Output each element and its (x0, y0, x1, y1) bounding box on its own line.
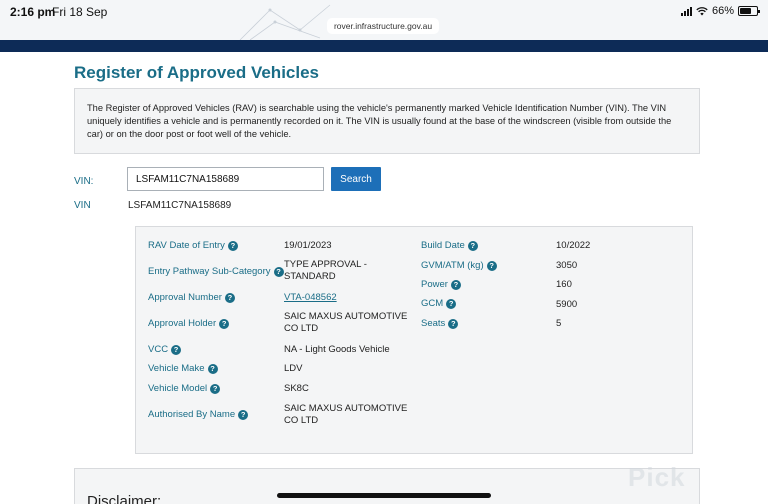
gvm-atm-label: GVM/ATM (kg)? (421, 260, 497, 272)
vin-input-label: VIN: (74, 176, 94, 187)
rav-date-label: RAV Date of Entry? (148, 240, 238, 252)
disclaimer-panel: Disclaimer: (74, 468, 700, 504)
label-text: GCM (421, 298, 444, 309)
approval-number-label: Approval Number? (148, 292, 235, 304)
build-date-label: Build Date? (421, 240, 478, 252)
help-circle-icon[interactable]: ? (450, 280, 461, 290)
approval-holder-value: SAIC MAXUS AUTOMOTIVE CO LTD (284, 311, 408, 334)
label-text: Approval Number (148, 292, 222, 303)
gvm-atm-value: 3050 (556, 260, 578, 271)
system-status: 66% (680, 4, 760, 18)
vehicle-model-value: SK8C (284, 383, 309, 394)
help-circle-icon[interactable]: ? (238, 410, 249, 420)
help-circle-icon[interactable]: ? (486, 261, 497, 271)
help-circle-icon[interactable]: ? (448, 319, 459, 329)
label-text: Approval Holder (148, 318, 217, 329)
power-label: Power? (421, 279, 461, 291)
help-circle-icon[interactable]: ? (210, 384, 221, 394)
battery-icon (738, 6, 760, 16)
result-vin-value: LSFAM11C7NA158689 (128, 200, 232, 211)
label-text: Entry Pathway Sub-Category (148, 266, 271, 277)
browser-top-bar: 2:16 pm Fri 18 Sep rover.infrastructure.… (0, 0, 768, 40)
help-circle-icon[interactable]: ? (227, 241, 238, 251)
label-text: Seats (421, 318, 446, 329)
search-button[interactable]: Search (331, 167, 381, 191)
approval-number-link[interactable]: VTA-048562 (284, 292, 337, 304)
authorised-by-value: SAIC MAXUS AUTOMOTIVE CO LTD (284, 403, 408, 426)
vcc-value: NA - Light Goods Vehicle (284, 344, 390, 355)
battery-level (740, 8, 751, 14)
home-indicator[interactable] (277, 493, 491, 498)
site-nav-bar (0, 40, 768, 52)
vehicle-model-label: Vehicle Model? (148, 383, 221, 395)
url-bar[interactable]: rover.infrastructure.gov.au (327, 18, 439, 34)
vehicle-details-panel: RAV Date of Entry? 19/01/2023 Entry Path… (135, 226, 693, 454)
status-date: Fri 18 Sep (52, 5, 108, 19)
help-circle-icon[interactable]: ? (219, 319, 230, 329)
entry-pathway-label: Entry Pathway Sub-Category? (148, 266, 284, 278)
authorised-by-label: Authorised By Name? (148, 409, 249, 421)
label-text: Build Date (421, 240, 465, 251)
approval-holder-label: Approval Holder? (148, 318, 230, 330)
rav-date-value: 19/01/2023 (284, 240, 332, 251)
help-circle-icon[interactable]: ? (207, 364, 218, 374)
info-text: The Register of Approved Vehicles (RAV) … (87, 103, 672, 139)
label-text: Vehicle Make (148, 363, 205, 374)
label-text: Authorised By Name (148, 409, 236, 420)
watermark: Pick (628, 462, 686, 492)
vin-input[interactable] (127, 167, 324, 191)
gcm-label: GCM? (421, 298, 457, 310)
info-panel: The Register of Approved Vehicles (RAV) … (74, 88, 700, 154)
vcc-label: VCC? (148, 344, 182, 356)
status-time: 2:16 pm (10, 5, 56, 19)
result-vin-label: VIN (74, 200, 91, 211)
help-circle-icon[interactable]: ? (171, 345, 182, 355)
help-circle-icon[interactable]: ? (467, 241, 478, 251)
label-text: GVM/ATM (kg) (421, 260, 484, 271)
help-circle-icon[interactable]: ? (224, 293, 235, 303)
disclaimer-heading: Disclaimer: (87, 493, 162, 504)
entry-pathway-value: TYPE APPROVAL - STANDARD (284, 259, 367, 282)
seats-value: 5 (556, 318, 562, 329)
vehicle-make-label: Vehicle Make? (148, 363, 218, 375)
label-text: RAV Date of Entry (148, 240, 225, 251)
wifi-icon (696, 7, 708, 16)
label-text: Power (421, 279, 448, 290)
page-title: Register of Approved Vehicles (74, 63, 319, 82)
build-date-value: 10/2022 (556, 240, 591, 251)
battery-percent: 66% (711, 5, 734, 17)
label-text: Vehicle Model (148, 383, 208, 394)
label-text: VCC (148, 344, 169, 355)
help-circle-icon[interactable]: ? (446, 299, 457, 309)
signal-icon (680, 6, 692, 16)
gcm-value: 5900 (556, 299, 578, 310)
seats-label: Seats? (421, 318, 459, 330)
help-circle-icon[interactable]: ? (273, 267, 284, 277)
vehicle-make-value: LDV (284, 363, 303, 374)
power-value: 160 (556, 279, 572, 290)
